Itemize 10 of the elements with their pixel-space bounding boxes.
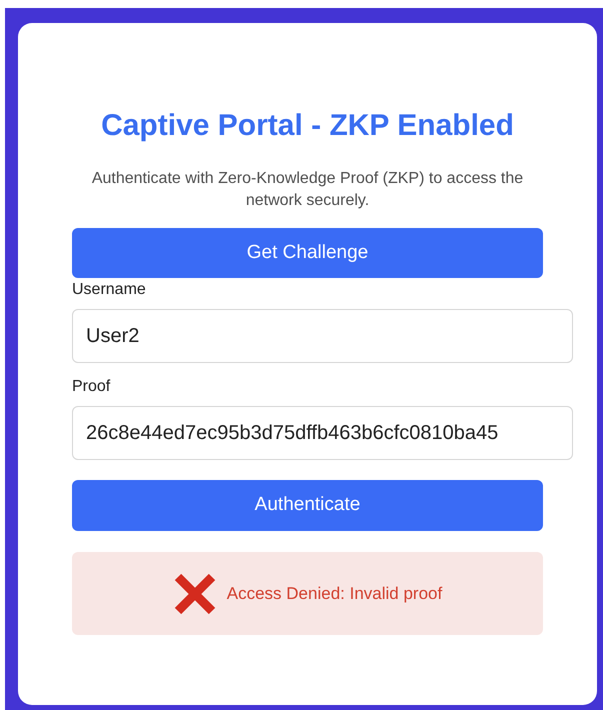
input-field[interactable]: User2: [72, 309, 573, 363]
cross-icon: [172, 572, 217, 616]
get-challenge-button[interactable]: Get Challenge: [72, 228, 543, 278]
field-label: Proof: [72, 377, 112, 397]
portal-title: Captive Portal - ZKP Enabled: [101, 108, 514, 144]
authenticate-button[interactable]: Authenticate: [72, 480, 543, 531]
input-field[interactable]: 26c8e44ed7ec95b3d75dffb463b6cfc0810ba45: [72, 406, 573, 460]
field-label: Username: [72, 280, 147, 300]
status-message: Access Denied: Invalid proof: [226, 582, 442, 605]
description-text: Authenticate with Zero-Knowledge Proof (ZKP) to access the network securely.: [90, 169, 524, 211]
